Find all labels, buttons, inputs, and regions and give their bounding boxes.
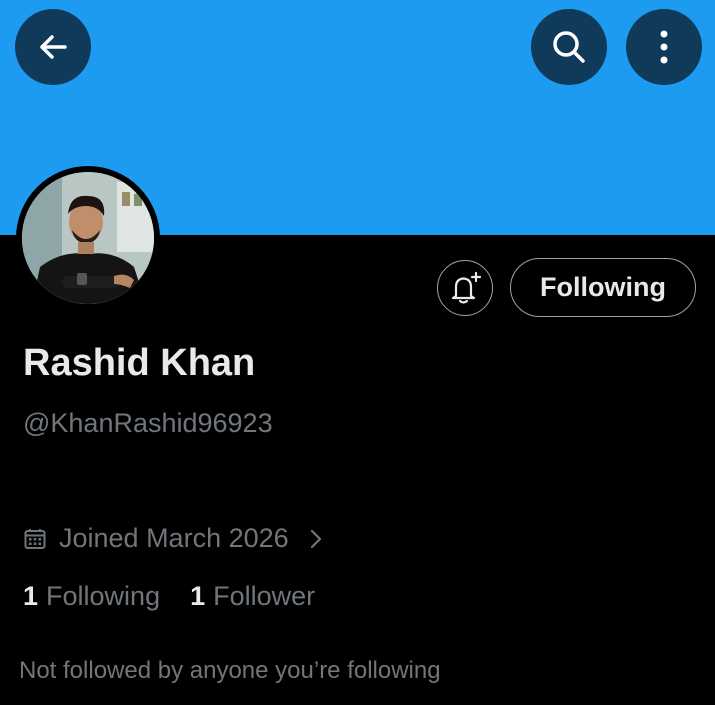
following-stat[interactable]: 1 Following: [23, 581, 160, 612]
joined-date-row[interactable]: Joined March 2026: [23, 523, 323, 554]
followers-stat[interactable]: 1 Follower: [190, 581, 315, 612]
search-button[interactable]: [531, 9, 607, 85]
search-icon: [553, 31, 585, 63]
arrow-left-icon: [40, 35, 67, 59]
profile-handle: @KhanRashid96923: [23, 408, 273, 438]
avatar-frame: [16, 166, 160, 310]
bell-plus-icon: [451, 271, 482, 304]
back-button[interactable]: [15, 9, 91, 85]
avatar-photo: [22, 172, 154, 304]
chevron-right-icon: [309, 528, 323, 550]
following-label: Following: [46, 581, 161, 611]
mutual-followers-note: Not followed by anyone you’re following: [19, 657, 441, 684]
calendar-icon: [23, 527, 47, 551]
profile-name: Rashid Khan: [23, 342, 256, 384]
notification-button[interactable]: [437, 260, 493, 316]
following-button[interactable]: Following: [510, 258, 696, 317]
joined-date-text: Joined March 2026: [59, 523, 289, 553]
more-vertical-icon: [660, 30, 668, 64]
following-count: 1: [23, 581, 39, 611]
followers-count: 1: [190, 581, 206, 611]
followers-label: Follower: [213, 581, 316, 611]
follow-stats: 1 Following 1 Follower: [23, 581, 315, 612]
more-button[interactable]: [626, 9, 702, 85]
avatar[interactable]: [22, 172, 154, 304]
